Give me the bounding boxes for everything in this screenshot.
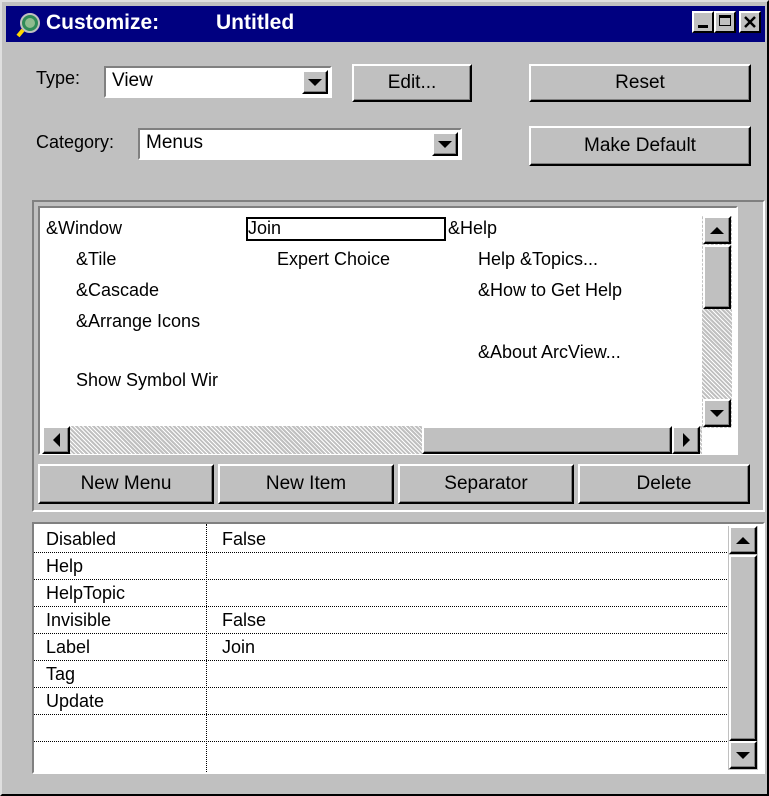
- chevron-down-icon: [710, 409, 724, 417]
- scroll-down-button[interactable]: [729, 741, 757, 769]
- table-row[interactable]: Disabled False: [34, 528, 727, 553]
- close-icon: [744, 16, 756, 28]
- new-item-button[interactable]: New Item: [218, 464, 394, 504]
- table-row[interactable]: [34, 717, 727, 742]
- category-dropdown-button[interactable]: [432, 132, 458, 156]
- menu-item[interactable]: Help &Topics...: [478, 249, 598, 270]
- chevron-down-icon: [308, 78, 322, 86]
- table-row[interactable]: Help: [34, 555, 727, 580]
- menu-header-join[interactable]: Join: [248, 218, 281, 239]
- edit-button[interactable]: Edit...: [352, 64, 472, 102]
- chevron-down-icon: [736, 751, 750, 759]
- scroll-down-button[interactable]: [703, 399, 731, 427]
- minimize-icon: [698, 25, 708, 28]
- property-name: Update: [46, 691, 105, 711]
- minimize-button[interactable]: [692, 11, 714, 33]
- property-value[interactable]: False: [222, 529, 266, 550]
- close-button[interactable]: [739, 11, 761, 33]
- menu-header-help[interactable]: &Help: [448, 218, 497, 239]
- window-title-app: Customize:: [46, 11, 160, 34]
- category-label: Category:: [36, 132, 115, 152]
- type-label: Type:: [36, 68, 81, 88]
- properties-grid[interactable]: Disabled False Help HelpTopic Invisible …: [32, 522, 765, 774]
- chevron-left-icon: [52, 433, 60, 447]
- delete-button[interactable]: Delete: [578, 464, 750, 504]
- magnifier-globe-icon: [16, 13, 40, 38]
- table-row[interactable]: Label Join: [34, 636, 727, 661]
- type-value: View: [112, 70, 153, 91]
- horizontal-scroll-thumb[interactable]: [422, 426, 672, 454]
- menu-item[interactable]: Expert Choice: [277, 249, 390, 270]
- property-name: Invisible: [46, 610, 112, 630]
- property-value[interactable]: Join: [222, 637, 255, 658]
- table-row[interactable]: Invisible False: [34, 609, 727, 634]
- menu-item[interactable]: &Tile: [76, 249, 116, 270]
- scroll-up-button[interactable]: [729, 526, 757, 554]
- new-menu-button[interactable]: New Menu: [38, 464, 214, 504]
- customize-dialog: Customize: Untitled Type: View Edit... R…: [0, 0, 769, 796]
- property-name: Help: [46, 556, 84, 576]
- property-value[interactable]: False: [222, 610, 266, 631]
- window-title-doc: Untitled: [216, 11, 295, 34]
- make-default-button[interactable]: Make Default: [529, 126, 751, 166]
- menu-item[interactable]: &About ArcView...: [478, 342, 621, 363]
- type-dropdown-button[interactable]: [302, 70, 328, 94]
- menu-item[interactable]: Show Symbol Wir: [76, 370, 218, 391]
- chevron-down-icon: [438, 140, 452, 148]
- scroll-thumb[interactable]: [703, 245, 731, 309]
- property-name: HelpTopic: [46, 583, 126, 603]
- menu-item[interactable]: &Arrange Icons: [76, 311, 200, 332]
- reset-button[interactable]: Reset: [529, 64, 751, 102]
- maximize-button[interactable]: [714, 11, 736, 33]
- separator-button[interactable]: Separator: [398, 464, 574, 504]
- table-row[interactable]: Tag: [34, 663, 727, 688]
- property-name: Disabled: [46, 529, 117, 549]
- category-value: Menus: [146, 132, 204, 153]
- menu-item[interactable]: &Cascade: [76, 280, 159, 301]
- table-row[interactable]: HelpTopic: [34, 582, 727, 607]
- category-dropdown[interactable]: Menus: [138, 128, 462, 160]
- chevron-up-icon: [736, 536, 750, 544]
- properties-scroll-thumb[interactable]: [729, 555, 757, 741]
- property-name: Label: [46, 637, 91, 657]
- maximize-icon: [719, 15, 731, 26]
- title-bar[interactable]: Customize: Untitled: [6, 6, 765, 42]
- property-name: Tag: [46, 664, 76, 684]
- scroll-right-button[interactable]: [672, 426, 700, 454]
- menu-header-window[interactable]: &Window: [46, 218, 122, 239]
- chevron-right-icon: [682, 433, 690, 447]
- chevron-up-icon: [710, 226, 724, 234]
- scroll-left-button[interactable]: [42, 426, 70, 454]
- table-row[interactable]: Update: [34, 690, 727, 715]
- type-dropdown[interactable]: View: [104, 66, 332, 98]
- menu-item[interactable]: &How to Get Help: [478, 280, 622, 301]
- scroll-up-button[interactable]: [703, 216, 731, 244]
